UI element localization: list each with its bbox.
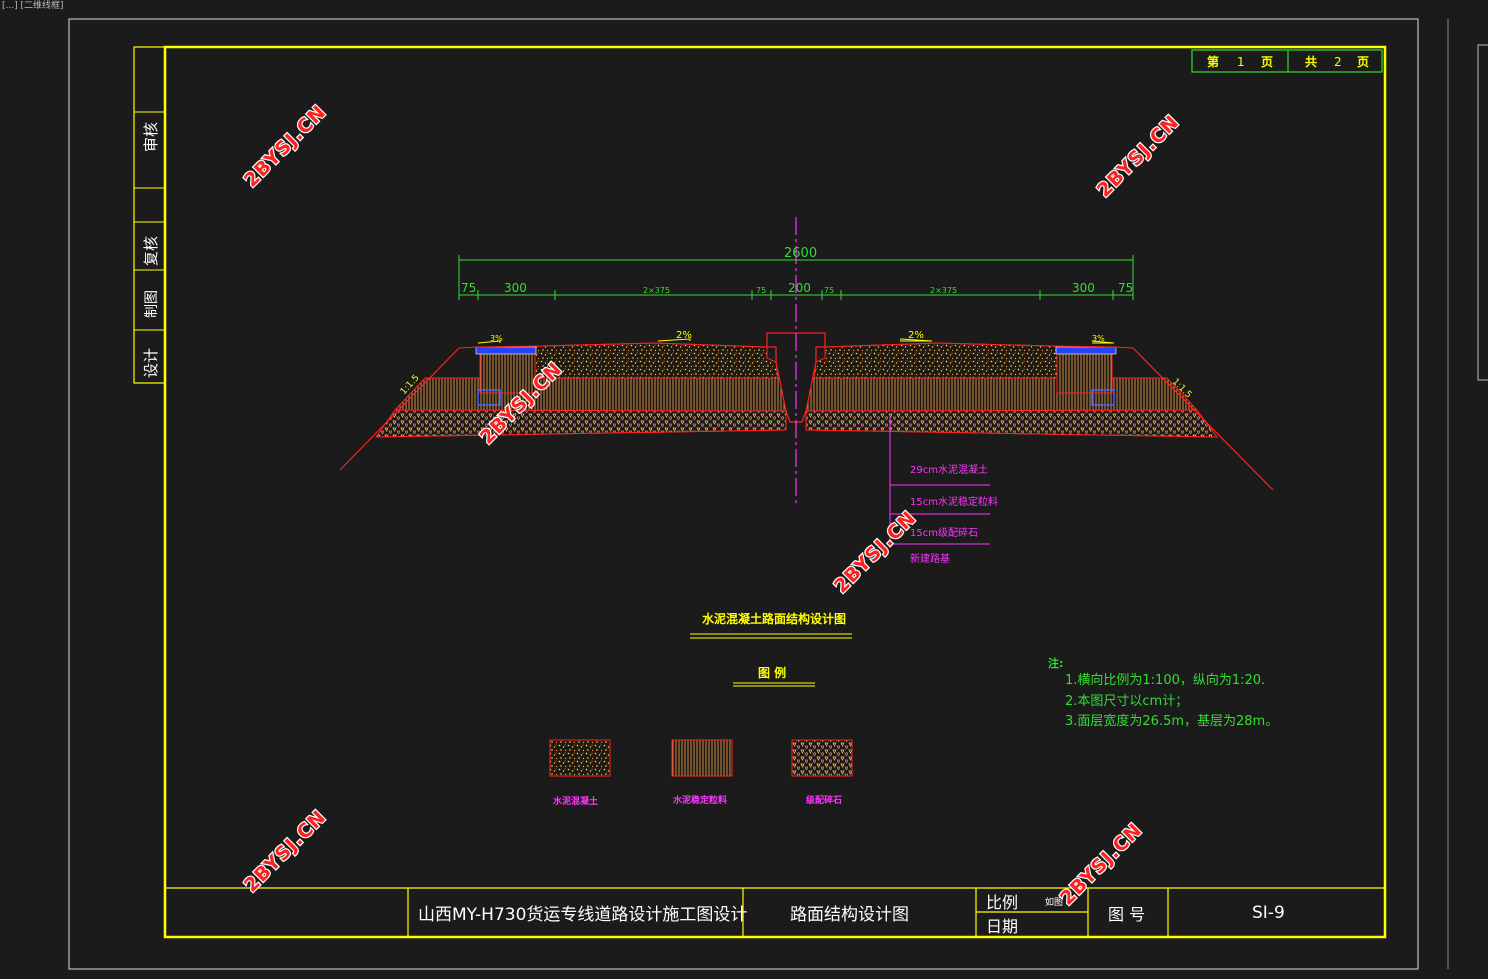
dim-part-9: 75 xyxy=(1118,281,1133,295)
total-pages: 2 xyxy=(1334,55,1342,69)
drawing-no: SⅠ-9 xyxy=(1252,903,1285,923)
watermark-5: 2BYSJ.CN xyxy=(240,806,331,897)
gravel-layer-left xyxy=(375,409,787,438)
layer-label-2: 15cm水泥稳定粒料 xyxy=(910,495,998,508)
signature-sidebar: 审核 复核 制图 设计 xyxy=(133,46,166,384)
drawing-no-label: 图 号 xyxy=(1108,905,1145,924)
watermark-6: 2BYSJ.CN xyxy=(1056,819,1147,910)
drawing-name: 路面结构设计图 xyxy=(790,905,909,925)
legend-label-gravel: 级配碎石 xyxy=(805,794,842,806)
note-1: 1.横向比例为1:100，纵向为1:20. xyxy=(1065,672,1265,688)
concrete-layer-right xyxy=(813,342,1088,379)
total-unit: 页 xyxy=(1357,55,1369,69)
legend-swatch-concrete xyxy=(549,739,611,777)
slope-right-shoulder: 3% xyxy=(1092,334,1105,343)
slope-right-lane: 2% xyxy=(908,330,924,341)
dim-part-1: 75 xyxy=(461,281,476,295)
slope-left-lane: 2% xyxy=(676,330,692,341)
note-2: 2.本图尺寸以cm计； xyxy=(1065,694,1188,709)
gravel-layer-right xyxy=(805,409,1219,438)
page-label-prefix: 第 xyxy=(1207,54,1219,69)
left-shoulder-cap xyxy=(475,346,537,355)
pavement-cross-section xyxy=(339,332,1274,491)
sidebar-review: 审核 xyxy=(142,122,160,152)
right-shoulder-cap xyxy=(1055,346,1117,355)
adjacent-sheet-fragment xyxy=(1477,44,1488,381)
dim-part-8: 300 xyxy=(1072,281,1095,295)
sidebar-recheck: 复核 xyxy=(142,236,160,266)
dim-part-5: 200 xyxy=(788,281,811,295)
sidebar-design: 设计 xyxy=(142,348,160,378)
watermark-2: 2BYSJ.CN xyxy=(1093,111,1184,202)
sidebar-drawing: 制图 xyxy=(144,290,160,318)
dim-part-6: 75 xyxy=(824,286,834,295)
layer-label-3: 15cm级配碎石 xyxy=(910,526,978,539)
dim-total: 2600 xyxy=(784,246,817,261)
layer-label-4: 新建路基 xyxy=(910,552,950,565)
total-label-prefix: 共 xyxy=(1305,54,1317,69)
viewport-label: [...] [二维线框] xyxy=(2,0,64,11)
page-unit: 页 xyxy=(1261,55,1273,69)
inner-frame xyxy=(163,45,1387,939)
watermark-4: 2BYSJ.CN xyxy=(830,507,921,598)
notes-title: 注: xyxy=(1048,656,1063,670)
legend-label-concrete: 水泥混凝土 xyxy=(553,795,598,807)
figure-title: 水泥混凝土路面结构设计图 xyxy=(702,611,846,626)
layer-label-1: 29cm水泥混凝土 xyxy=(910,463,988,476)
legend-label-stabilized: 水泥稳定粒料 xyxy=(673,794,727,806)
scale-label: 比例 xyxy=(986,893,1018,912)
dim-part-3: 2×375 xyxy=(643,286,670,295)
legend-title: 图 例 xyxy=(758,665,786,680)
slope-left-shoulder: 3% xyxy=(490,334,503,343)
legend-swatch-stabilized xyxy=(671,739,733,777)
watermark-1: 2BYSJ.CN xyxy=(240,101,331,192)
title-block xyxy=(165,887,1385,937)
date-label: 日期 xyxy=(986,917,1018,936)
dim-part-4: 75 xyxy=(756,286,766,295)
legend-swatch-gravel xyxy=(791,739,853,777)
stabilized-layer-right xyxy=(805,377,1199,412)
stabilized-layer-left xyxy=(393,377,787,412)
project-title: 山西MY-H730货运专线道路设计施工图设计 xyxy=(418,905,747,925)
cad-drawing: [...] [二维线框] 审核 复核 制图 设计 第 1 页 共 2 页 260… xyxy=(2,0,1488,970)
right-curb-block xyxy=(1056,352,1113,394)
dim-part-2: 300 xyxy=(504,281,527,295)
dim-part-7: 2×375 xyxy=(930,286,957,295)
page-counter: 第 1 页 共 2 页 xyxy=(1191,49,1383,73)
note-3: 3.面层宽度为26.5m，基层为28m。 xyxy=(1065,713,1278,729)
page-number: 1 xyxy=(1237,55,1245,69)
